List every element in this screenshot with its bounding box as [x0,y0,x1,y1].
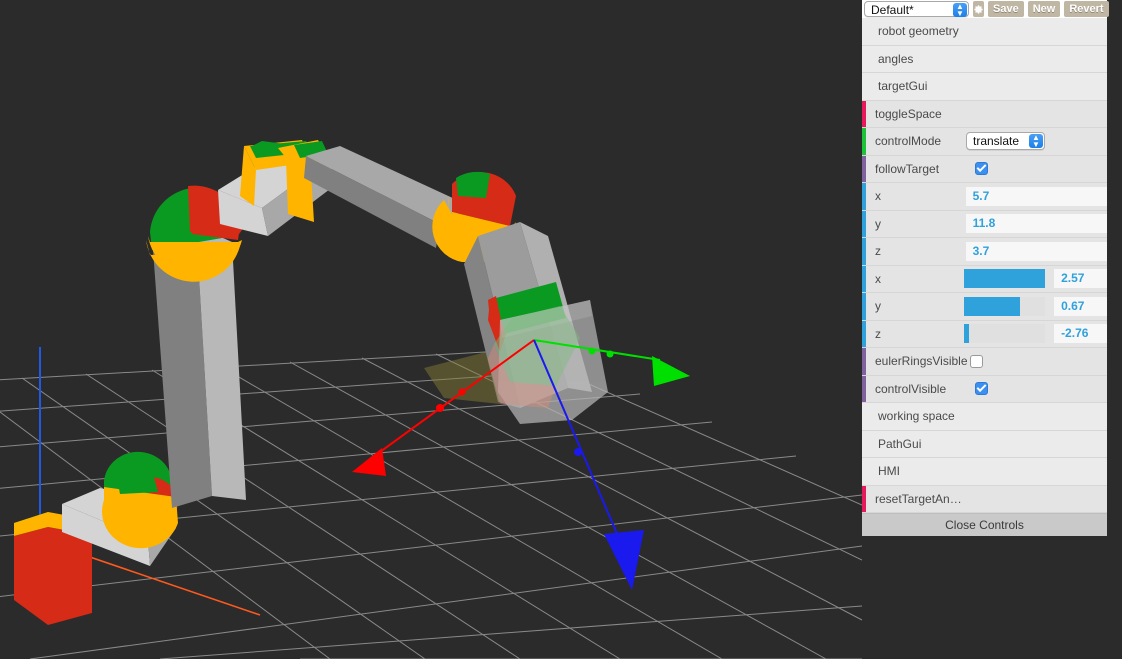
x-rotation-value[interactable]: 2.57 [1054,269,1107,289]
y-rotation-value[interactable]: 0.67 [1054,296,1107,316]
control-label: x [875,271,881,286]
folder-path-gui[interactable]: PathGui [862,430,1107,458]
z-rotation-slider[interactable] [963,324,1046,344]
gizmo-y-handle-1[interactable] [588,347,596,355]
control-label: eulerRingsVisible [875,354,968,369]
row-color-strip [862,293,866,320]
gizmo-z-handle-1[interactable] [574,448,582,456]
gear-icon[interactable] [973,1,984,17]
row-color-strip [862,155,866,182]
preset-value: Default* [871,3,914,17]
x-position-input[interactable]: 5.7 [965,186,1107,206]
control-reset-target-angles[interactable]: resetTargetAn… [862,485,1107,513]
euler-rings-visible-checkbox[interactable] [969,354,983,368]
row-color-strip [862,210,866,237]
control-label: y [875,299,881,314]
chevron-updown-icon[interactable]: ▲ ▼ [953,3,967,18]
row-color-strip [862,320,866,347]
slider-fill [963,269,1046,289]
slider-fill [963,324,969,344]
control-label: toggleSpace [875,106,942,121]
application-window: Default* ▲ ▼ Save New Revert robot geomet… [0,0,1122,659]
control-label: y [875,216,881,231]
row-color-strip [862,183,866,210]
control-mode-select[interactable]: translate ▲ ▼ [966,132,1045,151]
folder-hmi[interactable]: HMI [862,458,1107,486]
close-controls-button[interactable]: Close Controls [862,513,1107,536]
control-label: z [875,326,881,341]
gizmo-x-handle-1[interactable] [458,388,466,396]
control-z-rotation[interactable]: z -2.76 [862,320,1107,348]
y-position-input[interactable]: 11.8 [965,214,1107,234]
gui-header: Default* ▲ ▼ Save New Revert [862,0,1109,18]
control-label: resetTargetAn… [875,491,962,506]
save-button[interactable]: Save [988,1,1024,17]
folder-angles[interactable]: angles [862,45,1107,73]
control-label: controlVisible [875,381,947,396]
z-rotation-value[interactable]: -2.76 [1054,324,1107,344]
folder-label: working space [878,409,955,424]
control-toggle-space[interactable]: toggleSpace [862,100,1107,128]
gui-rows: robot geometry angles targetGui toggleSp… [862,18,1107,513]
row-color-strip [862,265,866,292]
control-mode-row[interactable]: controlMode translate ▲ ▼ [862,128,1107,156]
robot-arm-3d-viewport[interactable] [0,0,862,659]
control-x-rotation[interactable]: x 2.57 [862,265,1107,293]
slider-fill [963,296,1020,316]
control-euler-rings-visible[interactable]: eulerRingsVisible [862,348,1107,376]
control-label: followTarget [875,161,940,176]
revert-button[interactable]: Revert [1064,1,1109,17]
row-color-strip [862,485,866,512]
viewport-background [0,0,862,659]
folder-label: angles [878,51,914,66]
folder-label: PathGui [878,436,922,451]
folder-robot-geometry[interactable]: robot geometry [862,18,1107,46]
follow-target-checkbox[interactable] [975,162,988,176]
preset-dropdown[interactable]: Default* ▲ ▼ [864,1,969,18]
control-y-position[interactable]: y 11.8 [862,210,1107,238]
folder-working-space[interactable]: working space [862,403,1107,431]
row-color-strip [862,100,866,127]
gizmo-y-handle-2[interactable] [606,350,614,358]
folder-target-gui[interactable]: targetGui [862,73,1107,101]
control-y-rotation[interactable]: y 0.67 [862,293,1107,321]
control-follow-target[interactable]: followTarget [862,155,1107,183]
folder-label: robot geometry [878,24,959,39]
y-rotation-slider[interactable] [963,296,1046,316]
row-color-strip [862,238,866,265]
row-color-strip [862,348,866,375]
control-z-position[interactable]: z 3.7 [862,238,1107,266]
row-color-strip [862,375,866,402]
control-x-position[interactable]: x 5.7 [862,183,1107,211]
control-label: controlMode [875,134,942,149]
chevron-updown-icon[interactable]: ▲ ▼ [1029,134,1043,149]
folder-label: HMI [878,464,900,479]
row-color-strip [862,128,866,155]
z-position-input[interactable]: 3.7 [965,241,1107,261]
control-visible[interactable]: controlVisible [862,375,1107,403]
scene-canvas[interactable] [0,0,862,659]
x-rotation-slider[interactable] [963,269,1046,289]
control-label: x [875,189,881,204]
control-visible-checkbox[interactable] [975,382,988,396]
control-label: z [875,244,881,259]
dat-gui-panel[interactable]: Default* ▲ ▼ Save New Revert robot geomet… [862,0,1109,536]
folder-label: targetGui [878,79,928,94]
gizmo-x-handle-2[interactable] [436,404,444,412]
new-button[interactable]: New [1027,1,1061,17]
